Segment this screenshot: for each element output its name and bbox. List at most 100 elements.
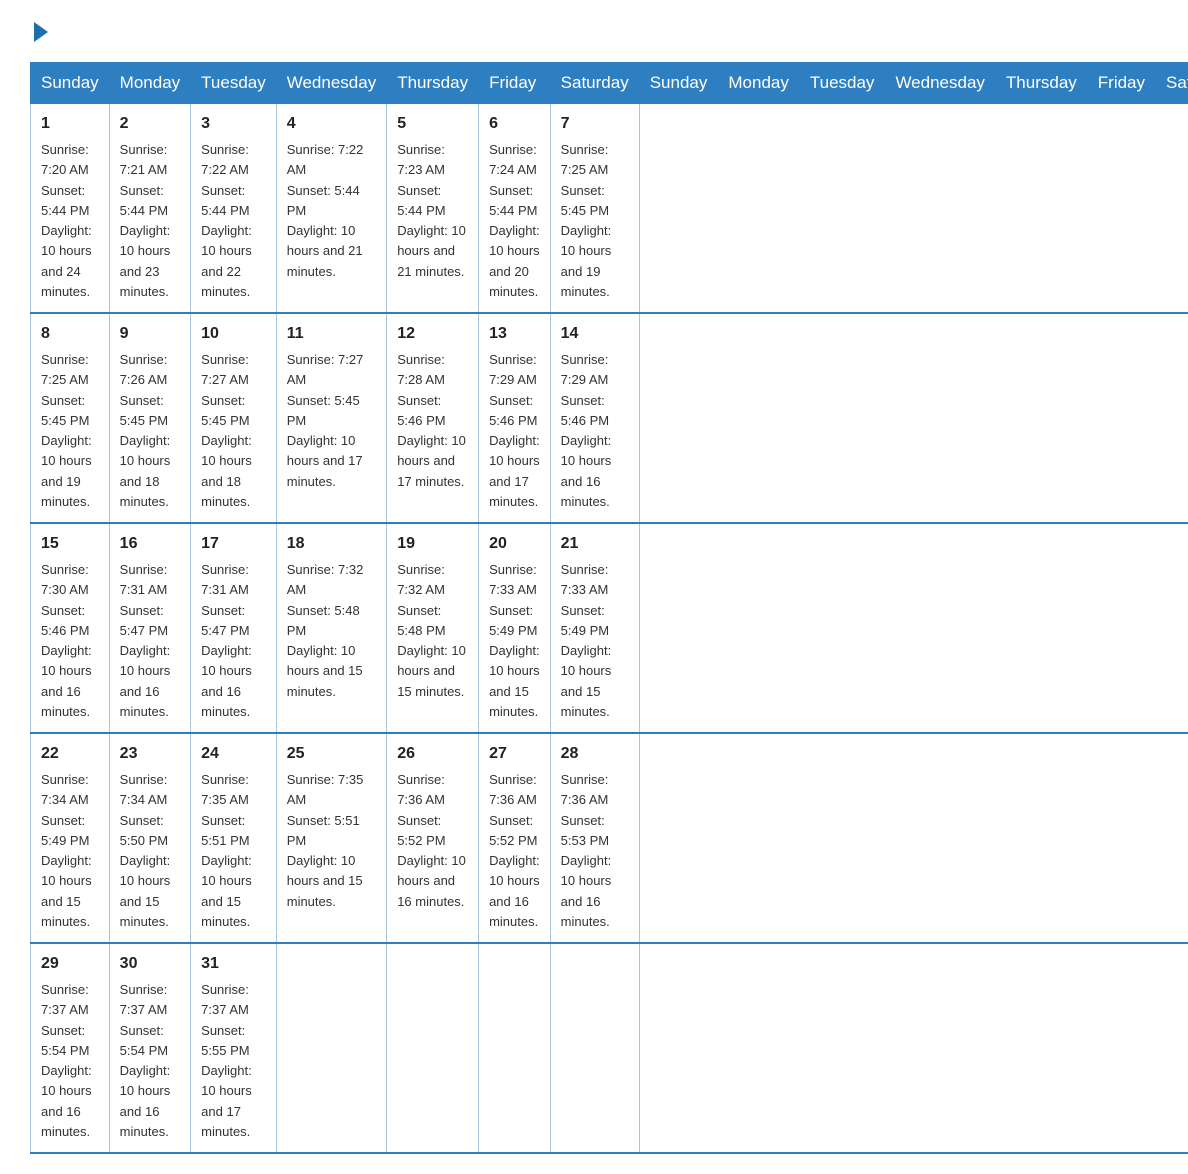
day-number: 9 [120, 322, 180, 346]
day-info: Sunrise: 7:35 AMSunset: 5:51 PMDaylight:… [287, 772, 364, 909]
calendar-week-4: 22 Sunrise: 7:34 AMSunset: 5:49 PMDayligh… [31, 733, 1188, 943]
day-info: Sunrise: 7:22 AMSunset: 5:44 PMDaylight:… [201, 142, 252, 299]
empty-cell [550, 943, 639, 1153]
col-header-tuesday: Tuesday [799, 63, 885, 104]
day-info: Sunrise: 7:34 AMSunset: 5:50 PMDaylight:… [120, 772, 171, 929]
day-number: 31 [201, 952, 266, 976]
calendar-day-29: 29 Sunrise: 7:37 AMSunset: 5:54 PMDayligh… [31, 943, 110, 1153]
day-info: Sunrise: 7:37 AMSunset: 5:54 PMDaylight:… [120, 982, 171, 1139]
calendar-day-26: 26 Sunrise: 7:36 AMSunset: 5:52 PMDayligh… [387, 733, 479, 943]
day-number: 10 [201, 322, 266, 346]
day-info: Sunrise: 7:30 AMSunset: 5:46 PMDaylight:… [41, 562, 92, 719]
day-info: Sunrise: 7:22 AMSunset: 5:44 PMDaylight:… [287, 142, 364, 279]
header-wednesday: Wednesday [276, 63, 386, 104]
day-info: Sunrise: 7:36 AMSunset: 5:52 PMDaylight:… [397, 772, 466, 909]
day-info: Sunrise: 7:21 AMSunset: 5:44 PMDaylight:… [120, 142, 171, 299]
calendar-week-1: 1 Sunrise: 7:20 AMSunset: 5:44 PMDaylight… [31, 104, 1188, 314]
day-number: 19 [397, 532, 468, 556]
day-number: 24 [201, 742, 266, 766]
calendar-day-20: 20 Sunrise: 7:33 AMSunset: 5:49 PMDayligh… [479, 523, 551, 733]
calendar-week-2: 8Sunrise: 7:25 AMSunset: 5:45 PMDaylight… [31, 313, 1188, 523]
day-info: Sunrise: 7:28 AMSunset: 5:46 PMDaylight:… [397, 352, 466, 489]
calendar-day-11: 11 Sunrise: 7:27 AMSunset: 5:45 PMDayligh… [276, 313, 386, 523]
calendar-day-3: 3Sunrise: 7:22 AMSunset: 5:44 PMDaylight… [191, 104, 277, 314]
day-number: 11 [287, 322, 376, 346]
day-info: Sunrise: 7:33 AMSunset: 5:49 PMDaylight:… [489, 562, 540, 719]
day-number: 22 [41, 742, 99, 766]
calendar-day-7: 7 Sunrise: 7:25 AMSunset: 5:45 PMDaylight… [550, 104, 639, 314]
calendar-day-21: 21Sunrise: 7:33 AMSunset: 5:49 PMDayligh… [550, 523, 639, 733]
calendar-table: Sunday Monday Tuesday Wednesday ThursdayFrid… [30, 62, 1188, 1154]
day-info: Sunrise: 7:27 AMSunset: 5:45 PMDaylight:… [287, 352, 364, 489]
calendar-day-16: 16 Sunrise: 7:31 AMSunset: 5:47 PMDayligh… [109, 523, 190, 733]
col-header-thursday: Thursday [995, 63, 1087, 104]
day-info: Sunrise: 7:35 AMSunset: 5:51 PMDaylight:… [201, 772, 252, 929]
day-info: Sunrise: 7:25 AMSunset: 5:45 PMDaylight:… [41, 352, 92, 509]
day-number: 29 [41, 952, 99, 976]
day-number: 14 [561, 322, 629, 346]
day-info: Sunrise: 7:26 AMSunset: 5:45 PMDaylight:… [120, 352, 171, 509]
day-number: 13 [489, 322, 540, 346]
calendar-day-4: 4Sunrise: 7:22 AMSunset: 5:44 PMDaylight… [276, 104, 386, 314]
day-info: Sunrise: 7:27 AMSunset: 5:45 PMDaylight:… [201, 352, 252, 509]
calendar-day-24: 24 Sunrise: 7:35 AMSunset: 5:51 PMDayligh… [191, 733, 277, 943]
day-info: Sunrise: 7:25 AMSunset: 5:45 PMDaylight:… [561, 142, 612, 299]
col-header-friday: Friday [1087, 63, 1155, 104]
day-number: 2 [120, 112, 180, 136]
day-info: Sunrise: 7:36 AMSunset: 5:53 PMDaylight:… [561, 772, 612, 929]
col-header-sunday: Sunday [639, 63, 718, 104]
day-info: Sunrise: 7:37 AMSunset: 5:55 PMDaylight:… [201, 982, 252, 1139]
header-monday: Monday [109, 63, 190, 104]
day-info: Sunrise: 7:29 AMSunset: 5:46 PMDaylight:… [561, 352, 612, 509]
calendar-day-25: 25 Sunrise: 7:35 AMSunset: 5:51 PMDayligh… [276, 733, 386, 943]
calendar-day-19: 19Sunrise: 7:32 AMSunset: 5:48 PMDayligh… [387, 523, 479, 733]
day-number: 23 [120, 742, 180, 766]
calendar-header-row: Sunday Monday Tuesday Wednesday ThursdayFrid… [31, 63, 1188, 104]
day-info: Sunrise: 7:34 AMSunset: 5:49 PMDaylight:… [41, 772, 92, 929]
page-header [30, 20, 1158, 42]
day-number: 12 [397, 322, 468, 346]
calendar-week-5: 29 Sunrise: 7:37 AMSunset: 5:54 PMDayligh… [31, 943, 1188, 1153]
day-number: 6 [489, 112, 540, 136]
calendar-day-13: 13Sunrise: 7:29 AMSunset: 5:46 PMDayligh… [479, 313, 551, 523]
empty-cell [276, 943, 386, 1153]
day-number: 26 [397, 742, 468, 766]
calendar-day-22: 22 Sunrise: 7:34 AMSunset: 5:49 PMDayligh… [31, 733, 110, 943]
day-number: 1 [41, 112, 99, 136]
calendar-day-14: 14 Sunrise: 7:29 AMSunset: 5:46 PMDayligh… [550, 313, 639, 523]
day-info: Sunrise: 7:20 AMSunset: 5:44 PMDaylight:… [41, 142, 92, 299]
calendar-day-5: 5Sunrise: 7:23 AMSunset: 5:44 PMDaylight… [387, 104, 479, 314]
calendar-day-12: 12 Sunrise: 7:28 AMSunset: 5:46 PMDayligh… [387, 313, 479, 523]
calendar-day-1: 1 Sunrise: 7:20 AMSunset: 5:44 PMDaylight… [31, 104, 110, 314]
empty-cell [479, 943, 551, 1153]
day-number: 17 [201, 532, 266, 556]
calendar-day-10: 10 Sunrise: 7:27 AMSunset: 5:45 PMDayligh… [191, 313, 277, 523]
header-saturday: Saturday [550, 63, 639, 104]
day-info: Sunrise: 7:23 AMSunset: 5:44 PMDaylight:… [397, 142, 466, 279]
day-number: 28 [561, 742, 629, 766]
calendar-day-6: 6 Sunrise: 7:24 AMSunset: 5:44 PMDaylight… [479, 104, 551, 314]
logo-arrow-icon [34, 22, 48, 42]
col-header-saturday: Saturday [1156, 63, 1188, 104]
day-number: 21 [561, 532, 629, 556]
day-number: 20 [489, 532, 540, 556]
calendar-day-8: 8Sunrise: 7:25 AMSunset: 5:45 PMDaylight… [31, 313, 110, 523]
calendar-day-28: 28 Sunrise: 7:36 AMSunset: 5:53 PMDayligh… [550, 733, 639, 943]
day-number: 18 [287, 532, 376, 556]
calendar-day-31: 31 Sunrise: 7:37 AMSunset: 5:55 PMDayligh… [191, 943, 277, 1153]
calendar-day-15: 15Sunrise: 7:30 AMSunset: 5:46 PMDayligh… [31, 523, 110, 733]
day-number: 27 [489, 742, 540, 766]
day-number: 25 [287, 742, 376, 766]
day-number: 16 [120, 532, 180, 556]
empty-cell [387, 943, 479, 1153]
day-info: Sunrise: 7:31 AMSunset: 5:47 PMDaylight:… [120, 562, 171, 719]
logo [30, 20, 48, 42]
calendar-day-2: 2 Sunrise: 7:21 AMSunset: 5:44 PMDaylight… [109, 104, 190, 314]
day-number: 7 [561, 112, 629, 136]
day-info: Sunrise: 7:36 AMSunset: 5:52 PMDaylight:… [489, 772, 540, 929]
calendar-day-9: 9 Sunrise: 7:26 AMSunset: 5:45 PMDaylight… [109, 313, 190, 523]
day-info: Sunrise: 7:37 AMSunset: 5:54 PMDaylight:… [41, 982, 92, 1139]
calendar-day-18: 18Sunrise: 7:32 AMSunset: 5:48 PMDayligh… [276, 523, 386, 733]
day-info: Sunrise: 7:24 AMSunset: 5:44 PMDaylight:… [489, 142, 540, 299]
day-number: 30 [120, 952, 180, 976]
